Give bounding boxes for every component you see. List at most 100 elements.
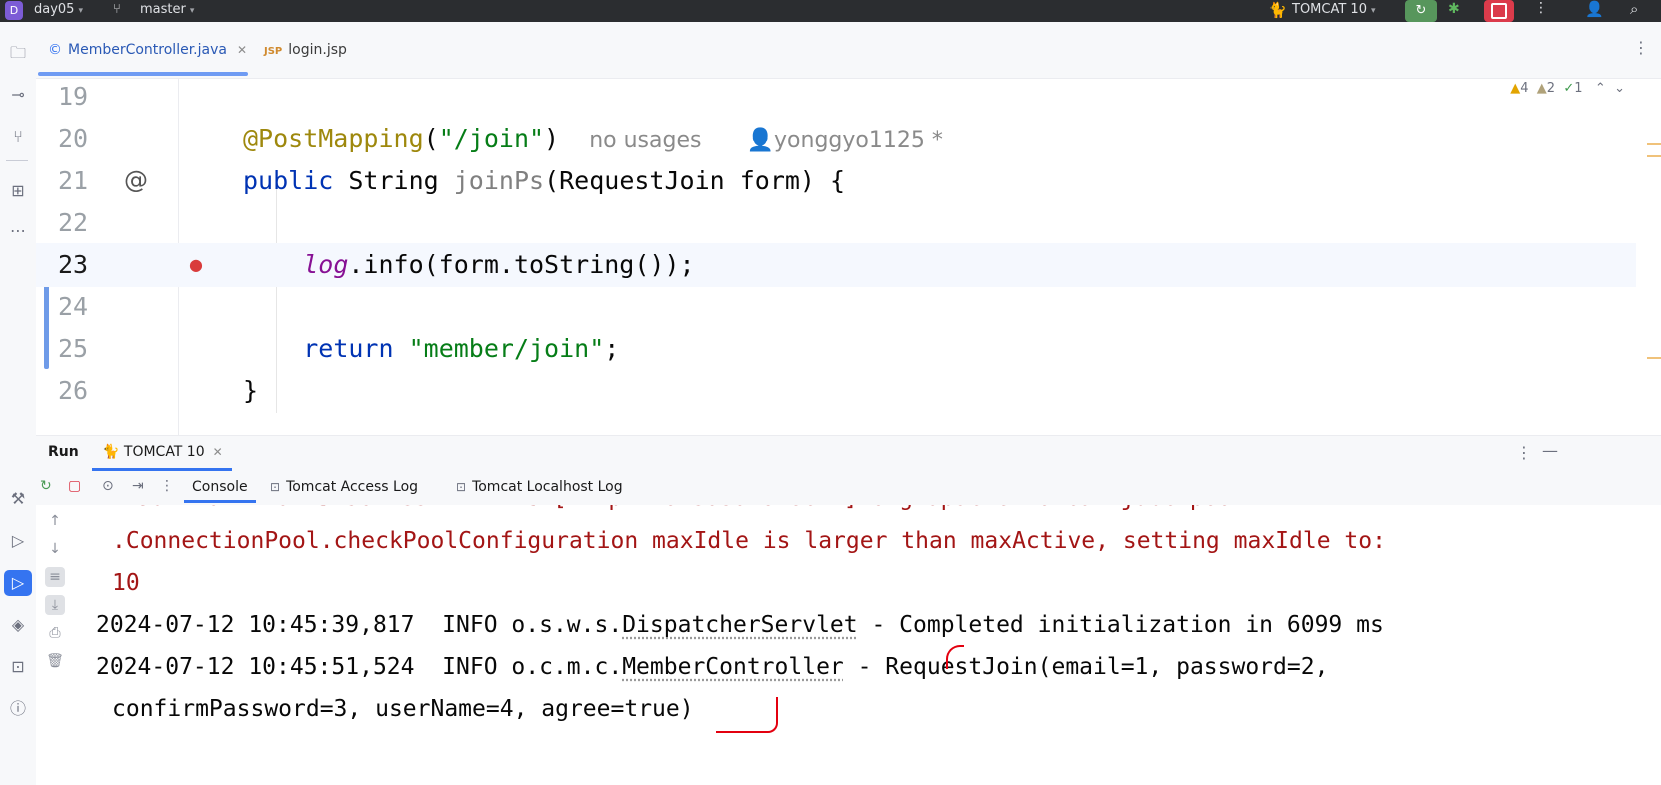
tab-label: login.jsp — [288, 42, 347, 58]
string-token: "/join" — [438, 124, 545, 153]
subtab-label: Tomcat Access Log — [286, 479, 419, 495]
chevron-down-icon: ▾ — [189, 6, 195, 16]
run-tab-label: TOMCAT 10 — [123, 444, 205, 460]
code-line[interactable]: 26 } — [36, 369, 1636, 413]
more-icon[interactable]: ⋮ — [1516, 443, 1532, 462]
class-link[interactable]: DispatcherServlet — [622, 612, 857, 638]
code-line[interactable]: 25 return "member/join"; — [36, 327, 1636, 371]
commit-icon[interactable]: ⊸ — [4, 82, 32, 108]
run-toolbar: ↻ ▢ ⊙ ⇥ ⋮ Console ⊡ Tomcat Access Log ⊡ To… — [36, 471, 1661, 506]
scrollbar-marker[interactable] — [1647, 155, 1661, 157]
tab-label: MemberController.java — [68, 42, 227, 58]
problems-icon[interactable]: ⓘ — [4, 696, 32, 722]
branch-name: master — [140, 2, 186, 17]
scroll-to-end-icon[interactable]: ⤓ — [45, 595, 65, 615]
punct-token: ; — [604, 334, 620, 363]
line-number: 21 — [58, 166, 89, 195]
build-icon[interactable]: ⚒ — [4, 486, 32, 512]
log-message: - Completed initialization in 6099 ms — [857, 612, 1384, 638]
trash-icon[interactable]: 🗑 — [45, 651, 65, 671]
add-user-icon[interactable]: 👤 — [1585, 0, 1604, 18]
subtab-label: Tomcat Localhost Log — [472, 479, 623, 495]
tab-login-jsp[interactable]: JSP login.jsp — [264, 22, 347, 78]
console-line: .ConnectionPool.checkPoolConfiguration m… — [112, 528, 1386, 554]
string-token: "member/join" — [408, 334, 605, 363]
run-config-selector[interactable]: TOMCAT 10 ▾ — [1292, 2, 1376, 17]
log-file-icon: ⊡ — [456, 480, 467, 494]
terminal-icon[interactable]: ⊡ — [4, 654, 32, 680]
mapping-gutter-icon[interactable]: @ — [124, 165, 148, 195]
jsp-file-icon: JSP — [264, 46, 283, 57]
print-icon[interactable]: ⎙ — [45, 623, 65, 643]
error-bulb-icon[interactable]: ● — [189, 253, 203, 277]
services-icon[interactable]: ▷ — [4, 528, 32, 554]
branch-icon: ⑂ — [113, 2, 121, 17]
class-link[interactable]: MemberController — [622, 654, 844, 680]
code-line-current[interactable]: 23 ● log.info(form.toString()); — [36, 243, 1636, 287]
project-selector[interactable]: day05 ▾ — [34, 2, 83, 17]
code-line[interactable]: 21 @ public String joinPs(RequestJoin fo… — [36, 159, 1636, 203]
run-config-name: TOMCAT 10 — [1292, 2, 1367, 17]
rerun-icon[interactable]: ↻ — [40, 478, 52, 494]
tab-options-icon[interactable]: ⋮ — [1633, 38, 1649, 57]
layers-icon[interactable]: ◈ — [4, 612, 32, 638]
scrollbar-marker[interactable] — [1647, 357, 1661, 359]
more-icon[interactable]: ⋮ — [1534, 0, 1548, 16]
handwritten-mark-close — [762, 697, 778, 733]
tab-console[interactable]: Console — [192, 479, 248, 495]
console-line: 2024-07-12 10:45:39,817 INFO o.s.w.s.Dis… — [96, 604, 1384, 646]
stop-icon[interactable] — [1484, 0, 1514, 22]
rerun-icon[interactable]: ↻ — [1405, 0, 1437, 22]
keyword-token: return — [303, 334, 394, 363]
left-tool-strip: 🗀 ⊸ ⑂ ⊞ ⋯ ⚒ ▷ ▷ ◈ ⊡ ⓘ — [0, 22, 37, 785]
project-name: day05 — [34, 2, 75, 17]
stop-icon[interactable]: ▢ — [68, 478, 81, 494]
code-line[interactable]: 20 @PostMapping("/join") no usages 👤yong… — [36, 117, 1636, 161]
author-hint[interactable]: yonggyo1125 * — [774, 128, 943, 153]
camera-icon[interactable]: ⊙ — [102, 478, 114, 494]
code-editor[interactable]: ▲4 ▲2 ✓1 ⌃ ⌄ 19 20 @PostMapping("/join")… — [36, 79, 1661, 435]
line-number: 23 — [58, 250, 89, 279]
exit-icon[interactable]: ⇥ — [132, 478, 144, 494]
structure-icon[interactable]: ⊞ — [4, 178, 32, 204]
more-tools-icon[interactable]: ⋯ — [4, 218, 32, 244]
scrollbar-marker[interactable] — [1647, 143, 1661, 145]
separator — [6, 160, 28, 161]
method-name-token: joinPs — [453, 166, 545, 195]
code-text: log.info(form.toString()); — [243, 243, 694, 287]
console-output[interactable]: 12-Jul-2024 10:45:36.483 WARNING [http-n… — [74, 505, 1661, 785]
close-icon[interactable]: ✕ — [213, 445, 223, 459]
line-number: 19 — [58, 82, 89, 111]
annotation-token: @PostMapping — [243, 124, 424, 153]
branch-selector[interactable]: master ▾ — [140, 2, 194, 17]
tab-tomcat-run[interactable]: 🐈 TOMCAT 10 ✕ — [102, 444, 223, 460]
active-subtab-indicator — [184, 500, 256, 503]
arrow-up-icon[interactable]: ↑ — [45, 511, 65, 531]
tab-membercontroller[interactable]: © MemberController.java ✕ — [48, 22, 247, 78]
handwritten-mark-underline — [716, 731, 768, 733]
console-line: 12-Jul-2024 10:45:36.483 WARNING [http-n… — [96, 505, 1245, 519]
project-folder-icon[interactable]: 🗀 — [4, 40, 32, 66]
tab-tomcat-localhost-log[interactable]: ⊡ Tomcat Localhost Log — [456, 479, 623, 495]
run-tool-icon[interactable]: ▷ — [4, 570, 32, 596]
project-badge[interactable]: D — [5, 1, 23, 20]
minimize-icon[interactable]: — — [1542, 441, 1558, 460]
search-icon[interactable]: ⌕ — [1630, 0, 1638, 18]
usages-hint[interactable]: no usages — [589, 128, 701, 153]
code-text: public String joinPs(RequestJoin form) { — [243, 159, 845, 203]
code-line[interactable]: 24 — [36, 285, 1636, 329]
more-icon[interactable]: ⋮ — [160, 478, 174, 494]
keyword-token: public — [243, 166, 334, 195]
pull-requests-icon[interactable]: ⑂ — [4, 124, 32, 150]
close-icon[interactable]: ✕ — [237, 43, 247, 57]
tab-tomcat-access-log[interactable]: ⊡ Tomcat Access Log — [270, 479, 418, 495]
console-line: confirmPassword=3, userName=4, agree=tru… — [112, 696, 694, 722]
line-number: 26 — [58, 376, 89, 405]
code-line[interactable]: 19 — [36, 79, 1636, 119]
run-config-icon: 🐈 — [1268, 1, 1287, 19]
arrow-down-icon[interactable]: ↓ — [45, 539, 65, 559]
code-line[interactable]: 22 — [36, 201, 1636, 245]
title-bar: D day05 ▾ ⑂ master ▾ 🐈 TOMCAT 10 ▾ ↻ ✱ ⋮ 👤 … — [0, 0, 1661, 22]
soft-wrap-icon[interactable]: ≡ — [45, 567, 65, 587]
debug-icon[interactable]: ✱ — [1448, 1, 1460, 17]
